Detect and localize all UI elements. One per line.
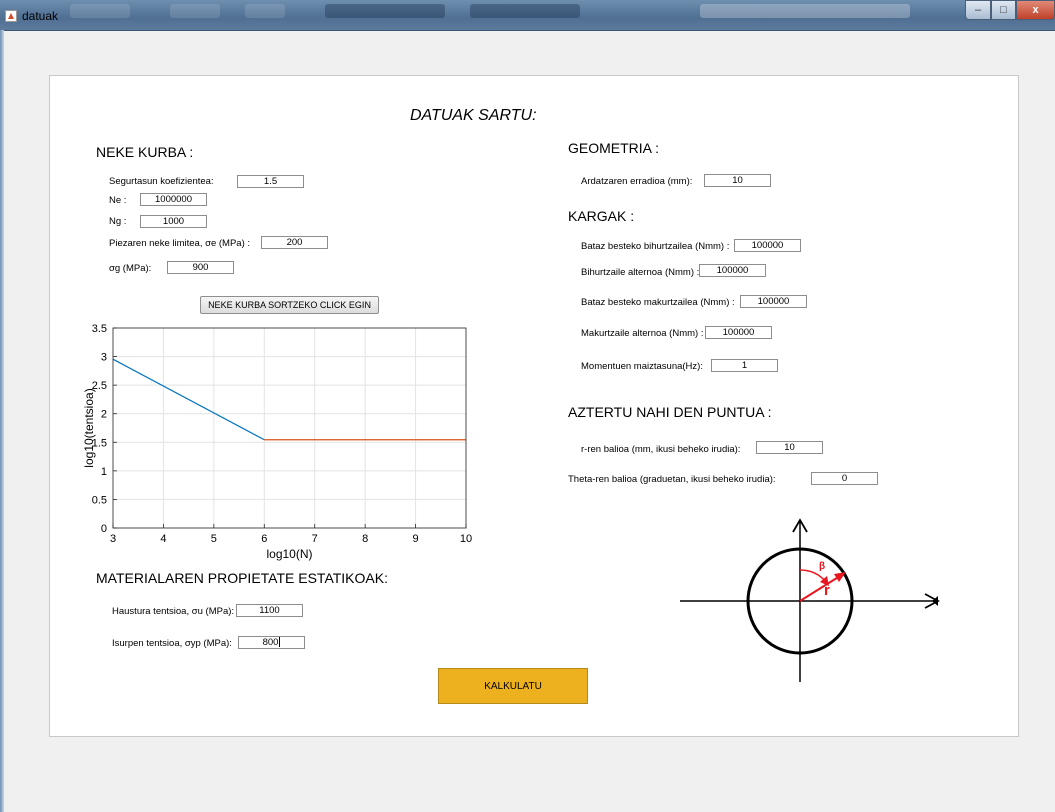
sigma-g-label: σg (MPa): <box>109 263 152 274</box>
neke-kurba-chart: 3 4 5 6 7 8 9 1000.511.522.533.5 log10(N) log10… <box>82 323 472 561</box>
kargak-heading: KARGAK : <box>568 208 635 224</box>
sigma-g-input[interactable]: 900 <box>167 261 234 274</box>
bihurtzaile-alternoa-label: Bihurtzaile alternoa (Nmm) : <box>581 267 700 278</box>
isurpen-label: Isurpen tentsioa, σyp (MPa): <box>112 638 232 649</box>
page-title: DATUAK SARTU: <box>410 107 537 124</box>
y-tick-label: 0 <box>101 523 107 535</box>
ng-label: Ng : <box>109 216 127 227</box>
kalkulatu-button[interactable]: KALKULATU <box>438 668 588 704</box>
segurtasun-input[interactable]: 1.5 <box>237 175 304 188</box>
y-tick-label: 3.5 <box>92 323 107 335</box>
x-tick-label: 8 <box>362 533 368 545</box>
chart-x-label: log10(N) <box>266 547 312 561</box>
geometria-heading: GEOMETRIA : <box>568 140 660 156</box>
materiala-heading: MATERIALAREN PROPIETATE ESTATIKOAK: <box>96 570 388 586</box>
x-tick-label: 3 <box>110 533 116 545</box>
text-caret <box>279 637 281 648</box>
segurtasun-label: Segurtasun koefizientea: <box>109 176 214 187</box>
r-arrowhead <box>834 572 846 582</box>
isurpen-input[interactable]: 800 <box>238 636 305 649</box>
neke-kurba-button[interactable]: NEKE KURBA SORTZEKO CLICK EGIN <box>200 296 379 314</box>
neke-limitea-label: Piezaren neke limitea, σe (MPa) : <box>109 238 251 249</box>
makurtzaile-alternoa-label: Makurtzaile alternoa (Nmm) : <box>581 328 704 339</box>
chart-plot-area <box>113 328 466 528</box>
polar-coordinate-diagram: β r <box>680 518 940 682</box>
haustura-label: Haustura tentsioa, σu (MPa): <box>112 606 235 617</box>
ng-input[interactable]: 1000 <box>140 215 207 228</box>
y-tick-label: 0.5 <box>92 494 107 506</box>
makurtzailea-label: Bataz besteko makurtzailea (Nmm) : <box>581 297 735 308</box>
r-label: r <box>824 582 830 599</box>
bihurtzailea-label: Bataz besteko bihurtzailea (Nmm) : <box>581 241 730 252</box>
makurtzailea-input[interactable]: 100000 <box>740 295 807 308</box>
window-border <box>0 30 4 812</box>
maximize-button[interactable]: □ <box>991 0 1016 20</box>
x-tick-label: 6 <box>261 533 267 545</box>
erradioa-label: Ardatzaren erradioa (mm): <box>581 176 693 187</box>
isurpen-value: 800 <box>262 637 279 648</box>
ne-input[interactable]: 1000000 <box>140 193 207 206</box>
app-icon <box>5 10 17 22</box>
maiztasuna-label: Momentuen maiztasuna(Hz): <box>581 361 703 372</box>
r-vector <box>799 575 841 602</box>
ne-label: Ne : <box>109 195 127 206</box>
chart-grid <box>112 327 467 529</box>
haustura-input[interactable]: 1100 <box>236 604 303 617</box>
makurtzaile-alternoa-input[interactable]: 100000 <box>705 326 772 339</box>
theta-balioa-input[interactable]: 0 <box>811 472 878 485</box>
y-tick-label: 2 <box>101 409 107 421</box>
title-bar <box>0 0 1055 31</box>
r-balioa-input[interactable]: 10 <box>756 441 823 454</box>
neke-kurba-heading: NEKE KURBA : <box>96 144 194 160</box>
y-tick-label: 1 <box>101 466 107 478</box>
chart-y-label: log10(tentsioa) <box>82 388 96 467</box>
x-tick-label: 5 <box>211 533 217 545</box>
y-tick-label: 3 <box>101 352 107 364</box>
erradioa-input[interactable]: 10 <box>704 174 771 187</box>
puntua-heading: AZTERTU NAHI DEN PUNTUA : <box>568 404 772 420</box>
x-tick-label: 7 <box>312 533 318 545</box>
minimize-button[interactable]: – <box>965 0 991 20</box>
bihurtzailea-input[interactable]: 100000 <box>734 239 801 252</box>
x-tick-label: 4 <box>160 533 166 545</box>
r-balioa-label: r-ren balioa (mm, ikusi beheko irudia): <box>581 444 741 455</box>
maiztasuna-input[interactable]: 1 <box>711 359 778 372</box>
close-button[interactable]: x <box>1016 0 1055 20</box>
theta-balioa-label: Theta-ren balioa (graduetan, ikusi behek… <box>568 474 776 485</box>
bihurtzaile-alternoa-input[interactable]: 100000 <box>699 264 766 277</box>
x-tick-label: 9 <box>413 533 419 545</box>
neke-limitea-input[interactable]: 200 <box>261 236 328 249</box>
window-title: datuak <box>22 9 59 23</box>
x-tick-label: 10 <box>460 533 472 545</box>
beta-label: β <box>819 561 825 572</box>
